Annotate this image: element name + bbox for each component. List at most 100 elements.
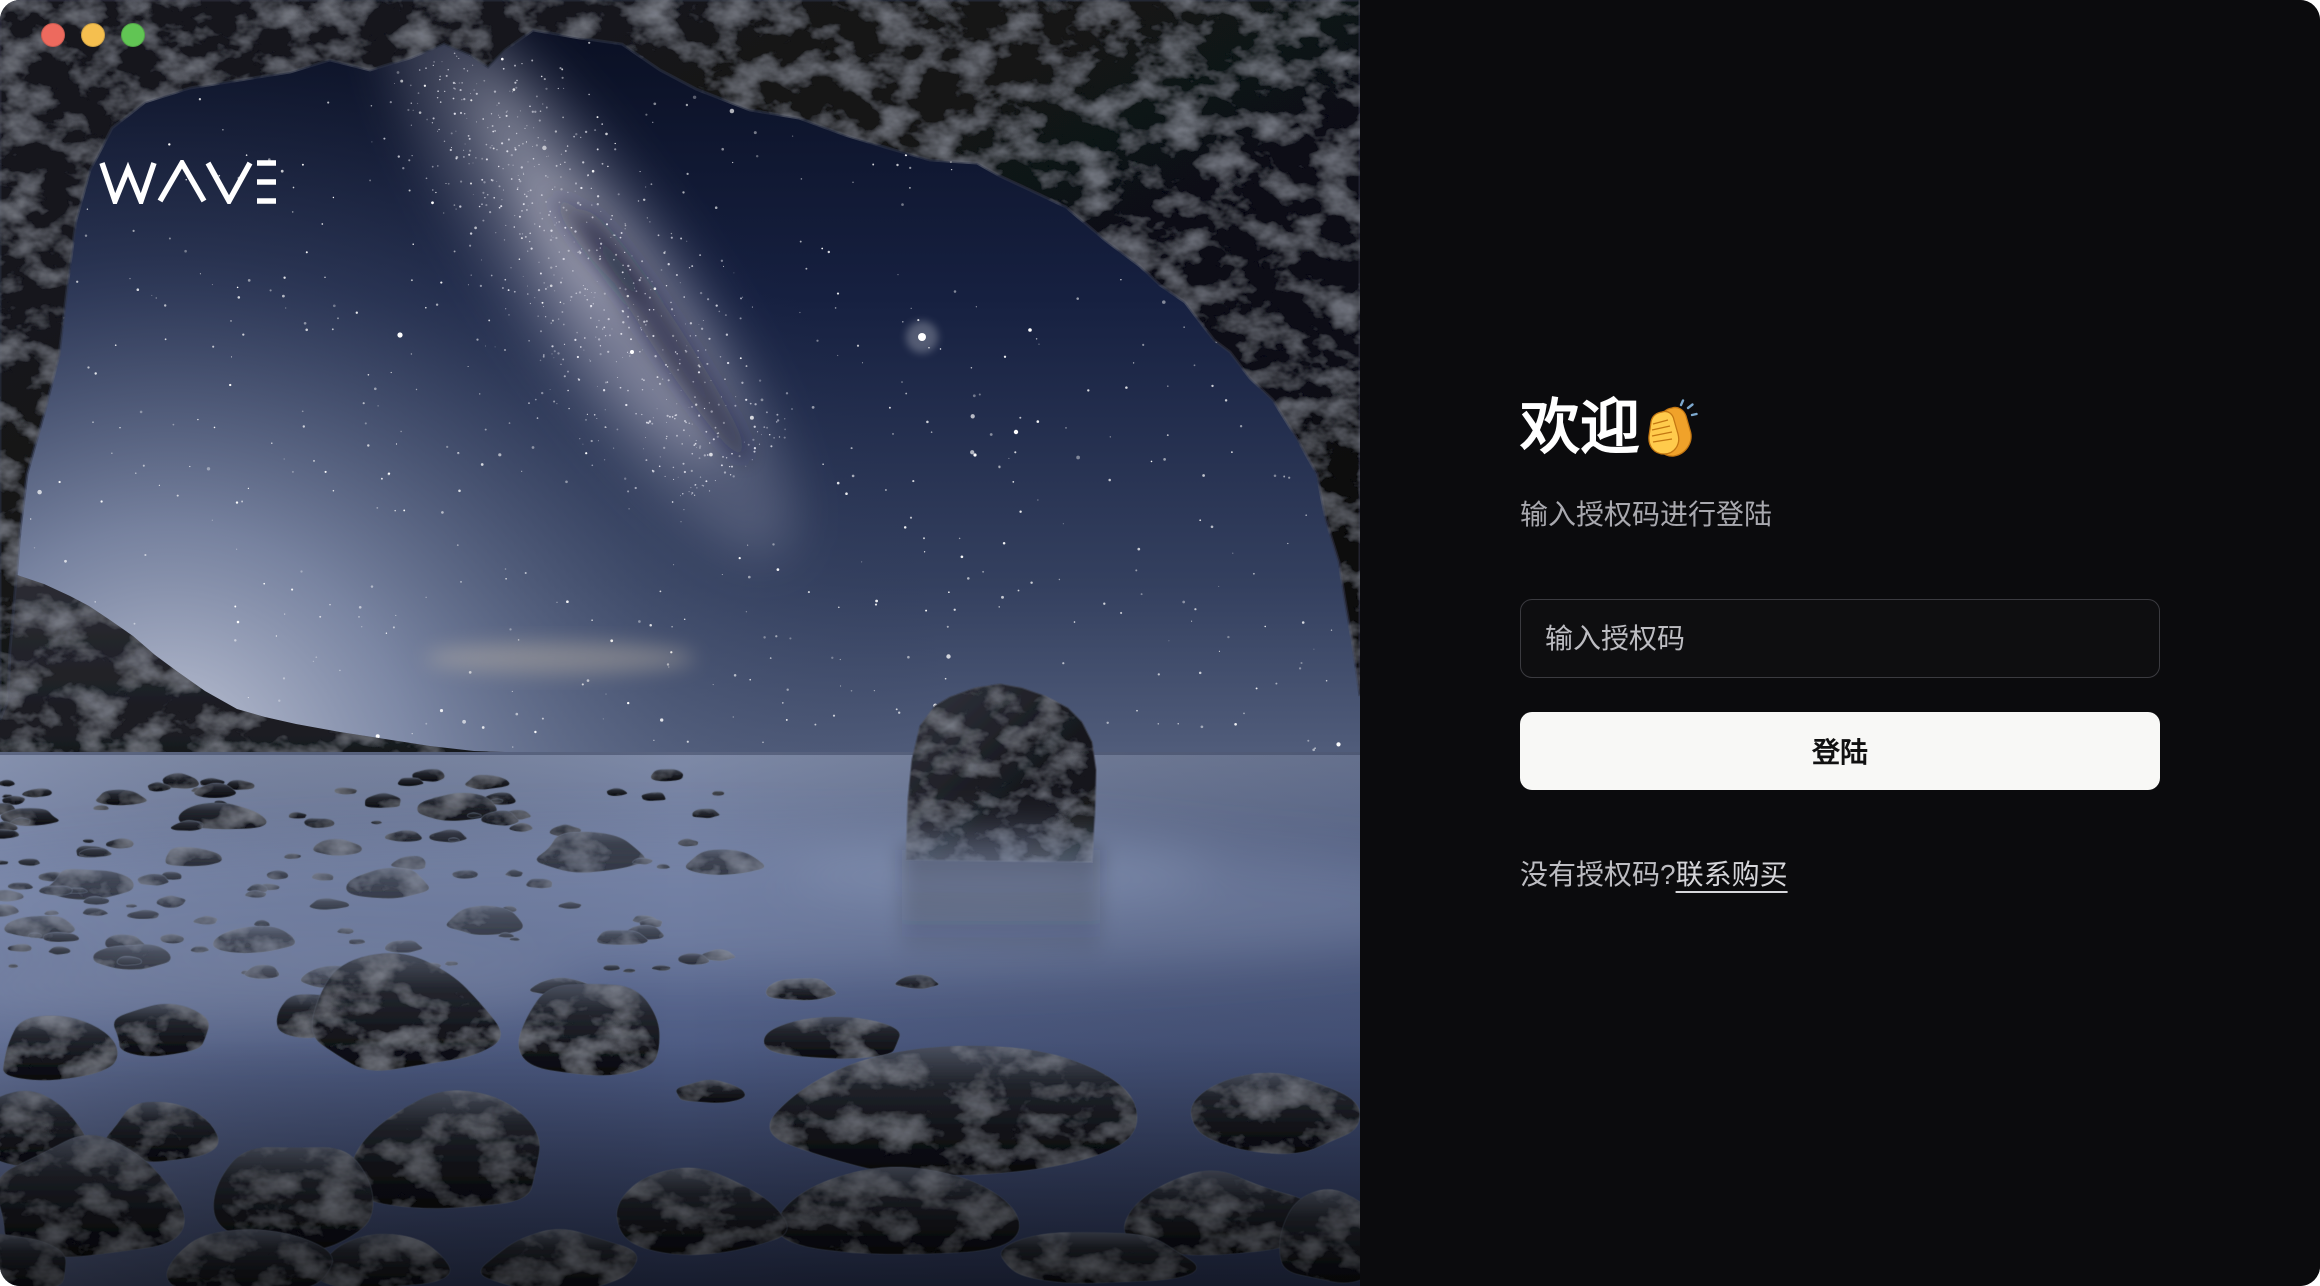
rock: [288, 811, 308, 820]
star: [917, 319, 920, 322]
star: [553, 357, 555, 359]
star: [468, 137, 471, 140]
star: [1301, 621, 1305, 624]
star: [946, 625, 949, 628]
star: [989, 433, 993, 436]
star: [514, 64, 516, 67]
star: [86, 208, 89, 210]
star: [482, 191, 485, 194]
star: [515, 86, 518, 89]
star: [639, 171, 641, 173]
star: [321, 223, 324, 225]
star: [415, 388, 418, 391]
star: [598, 237, 601, 240]
star: [475, 121, 477, 123]
star: [665, 438, 667, 440]
star: [827, 250, 831, 254]
star: [476, 338, 479, 341]
star: [628, 508, 630, 510]
star: [554, 224, 556, 226]
star: [432, 189, 434, 191]
star: [358, 605, 362, 609]
rock: [92, 804, 110, 811]
welcome-title-text: 欢迎: [1520, 394, 1640, 461]
window-zoom-button[interactable]: [121, 23, 145, 47]
star: [714, 480, 716, 482]
star: [480, 463, 484, 466]
star: [664, 250, 666, 253]
rock: [370, 819, 383, 825]
star: [426, 118, 428, 121]
star: [211, 284, 213, 286]
star: [495, 232, 497, 234]
star: [497, 102, 500, 105]
star: [679, 282, 681, 284]
star: [537, 315, 539, 317]
star: [502, 189, 505, 191]
star: [597, 440, 599, 442]
star: [1017, 589, 1020, 592]
star: [752, 438, 755, 441]
star: [236, 620, 240, 624]
star: [431, 165, 434, 168]
star: [176, 494, 179, 497]
star: [873, 689, 876, 692]
star: [970, 366, 973, 369]
star: [652, 389, 654, 391]
star: [478, 205, 481, 208]
star: [547, 286, 549, 288]
star: [769, 657, 772, 659]
star: [518, 258, 521, 260]
star: [1136, 709, 1138, 712]
star: [1224, 399, 1228, 402]
star: [1287, 542, 1289, 545]
login-button[interactable]: 登陆: [1520, 712, 2160, 790]
star: [683, 419, 687, 423]
star: [558, 201, 561, 204]
window-minimize-button[interactable]: [81, 23, 105, 47]
star: [614, 148, 617, 151]
license-code-input[interactable]: [1520, 599, 2160, 678]
star: [467, 284, 469, 286]
star: [518, 215, 521, 218]
star: [1193, 364, 1196, 367]
star: [745, 611, 748, 613]
rock: [82, 838, 95, 844]
star: [481, 178, 484, 181]
star: [412, 243, 414, 245]
star: [635, 412, 637, 415]
star: [909, 166, 912, 170]
star: [472, 162, 474, 164]
star: [691, 492, 694, 494]
star: [469, 232, 473, 235]
purchase-link[interactable]: 联系购买: [1676, 859, 1788, 890]
star: [440, 281, 443, 284]
star: [652, 121, 654, 123]
star: [561, 76, 564, 79]
star: [720, 464, 723, 467]
star: [686, 172, 689, 176]
star: [666, 365, 669, 368]
star: [892, 432, 894, 435]
star: [834, 307, 837, 309]
window-close-button[interactable]: [41, 23, 65, 47]
star: [584, 295, 586, 297]
star: [514, 215, 516, 217]
star: [619, 287, 621, 289]
star: [432, 64, 434, 67]
star: [513, 226, 516, 228]
star: [1307, 739, 1310, 742]
star: [1003, 355, 1007, 358]
star: [599, 353, 602, 356]
star: [561, 311, 564, 313]
star: [511, 746, 514, 748]
star: [998, 606, 1000, 608]
star: [619, 386, 622, 389]
star: [590, 307, 592, 309]
star: [634, 486, 637, 490]
star: [652, 334, 655, 338]
star: [1030, 581, 1033, 584]
star: [822, 463, 824, 466]
login-subtitle: 输入授权码进行登陆: [1520, 499, 1773, 530]
star: [671, 334, 675, 338]
